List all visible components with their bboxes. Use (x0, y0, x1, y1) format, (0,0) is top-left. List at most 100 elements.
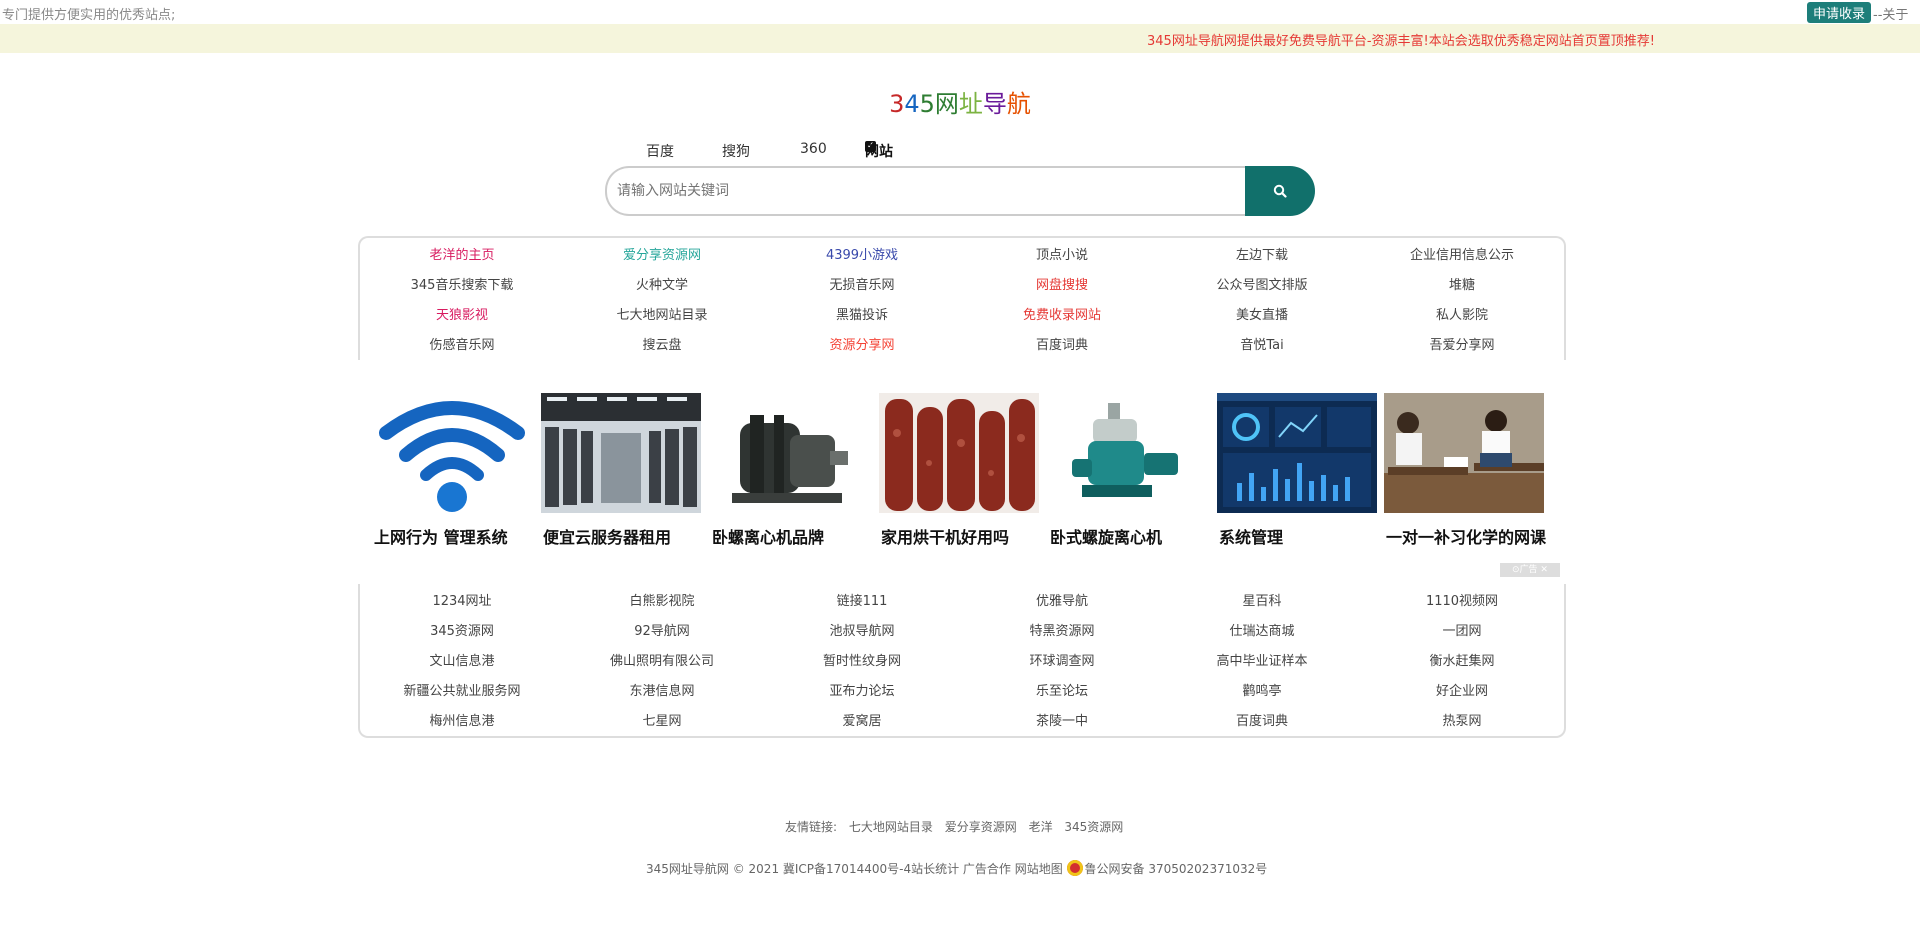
ad-caption[interactable]: 家用烘干机好用吗 (881, 524, 1009, 548)
site-link[interactable]: 伤感音乐网 (362, 334, 562, 353)
site-link[interactable]: 好企业网 (1362, 680, 1562, 699)
site-link[interactable]: 免费收录网站 (962, 304, 1162, 323)
link-row: 1234网址 白熊影视院 链接111 优雅导航 星百科 1110视频网 (360, 590, 1564, 620)
site-link[interactable]: 火种文学 (562, 274, 762, 293)
site-link[interactable]: 一团网 (1362, 620, 1562, 639)
site-link[interactable]: 池叔导航网 (762, 620, 962, 639)
site-link[interactable]: 345资源网 (362, 620, 562, 639)
site-link[interactable]: 堆糖 (1362, 274, 1562, 293)
ad-caption[interactable]: 一对一补习化学的网课 (1386, 524, 1546, 548)
friend-links-label: 友情链接: (785, 820, 838, 834)
police-badge-icon (1066, 860, 1083, 876)
site-link[interactable]: 老洋的主页 (362, 244, 562, 263)
ad-image[interactable] (710, 393, 870, 513)
site-link[interactable]: 特黑资源网 (962, 620, 1162, 639)
site-link[interactable]: 资源分享网 (762, 334, 962, 353)
site-link[interactable]: 百度词典 (962, 334, 1162, 353)
friend-link[interactable]: 老洋 (1029, 820, 1053, 834)
site-link[interactable]: 暂时性纹身网 (762, 650, 962, 669)
search-icon (1273, 184, 1287, 198)
site-link[interactable]: 链接111 (762, 590, 962, 609)
ad-image[interactable] (879, 393, 1039, 513)
site-link[interactable]: 优雅导航 (962, 590, 1162, 609)
about-link[interactable]: --关于 (1873, 4, 1908, 23)
friend-link[interactable]: 345资源网 (1064, 820, 1123, 834)
site-link[interactable]: 爱窝居 (762, 710, 962, 729)
site-link[interactable]: 仕瑞达商城 (1162, 620, 1362, 639)
site-link[interactable]: 文山信息港 (362, 650, 562, 669)
search-input[interactable] (605, 166, 1257, 216)
site-link[interactable]: 白熊影视院 (562, 590, 762, 609)
site-link[interactable]: 高中毕业证样本 (1162, 650, 1362, 669)
link-row: 文山信息港 佛山照明有限公司 暂时性纹身网 环球调查网 高中毕业证样本 衡水赶集网 (360, 650, 1564, 680)
site-link[interactable]: 东港信息网 (562, 680, 762, 699)
ad-image[interactable] (1217, 393, 1377, 513)
site-link[interactable]: 茶陵一中 (962, 710, 1162, 729)
site-link[interactable]: 左边下载 (1162, 244, 1362, 263)
site-link[interactable]: 4399小游戏 (762, 244, 962, 263)
ad-image[interactable] (541, 393, 701, 513)
site-link[interactable]: 衡水赶集网 (1362, 650, 1562, 669)
site-link[interactable]: 企业信用信息公示 (1362, 244, 1562, 263)
site-link[interactable]: 私人影院 (1362, 304, 1562, 323)
site-link[interactable]: 天狼影视 (362, 304, 562, 323)
site-link[interactable]: 无损音乐网 (762, 274, 962, 293)
tab-baidu[interactable]: 百度 (646, 141, 674, 161)
site-link[interactable]: 顶点小说 (962, 244, 1162, 263)
ad-strip: 上网行为 管理系统 便宜云服务器租用 卧螺离心机品牌 家用烘干机好用吗 卧式螺旋离心机 系… (372, 393, 1546, 563)
site-link[interactable]: 热泵网 (1362, 710, 1562, 729)
tab-site-label: 网站 (865, 144, 893, 160)
site-link[interactable]: 1234网址 (362, 590, 562, 609)
top-bar: 专门提供方便实用的优秀站点; 申请收录 --关于 (0, 0, 1920, 24)
footer-police-record[interactable]: 鲁公网安备 37050202371032号 (1085, 862, 1268, 876)
ad-image[interactable] (1048, 393, 1208, 513)
notice-text: 345网址导航网提供最好免费导航平台-资源丰富!本站会选取优秀稳定网站首页置顶推… (1147, 34, 1655, 49)
link-row: 老洋的主页 爱分享资源网 4399小游戏 顶点小说 左边下载 企业信用信息公示 (360, 244, 1564, 274)
site-link[interactable]: 梅州信息港 (362, 710, 562, 729)
site-link[interactable]: 七星网 (562, 710, 762, 729)
top-links-panel: 老洋的主页 爱分享资源网 4399小游戏 顶点小说 左边下载 企业信用信息公示 345音乐搜… (358, 236, 1566, 360)
site-link[interactable]: 新疆公共就业服务网 (362, 680, 562, 699)
site-link[interactable]: 亚布力论坛 (762, 680, 962, 699)
site-logo[interactable]: 345网址导航 (0, 84, 1920, 119)
friend-link[interactable]: 爱分享资源网 (945, 820, 1017, 834)
site-link[interactable]: 七大地网站目录 (562, 304, 762, 323)
ad-caption[interactable]: 卧螺离心机品牌 (712, 524, 824, 548)
site-link[interactable]: 乐至论坛 (962, 680, 1162, 699)
site-link[interactable]: 黑猫投诉 (762, 304, 962, 323)
site-link[interactable]: 搜云盘 (562, 334, 762, 353)
site-link[interactable]: 百度词典 (1162, 710, 1362, 729)
ad-badge[interactable]: ⊙广告 ✕ (1500, 563, 1560, 577)
site-link[interactable]: 爱分享资源网 (562, 244, 762, 263)
logo-char: 3 (889, 90, 905, 118)
ad-caption[interactable]: 卧式螺旋离心机 (1050, 524, 1162, 548)
site-link[interactable]: 环球调查网 (962, 650, 1162, 669)
site-link[interactable]: 345音乐搜索下载 (362, 274, 562, 293)
ad-caption[interactable]: 系统管理 (1219, 524, 1283, 548)
site-link[interactable]: 1110视频网 (1362, 590, 1562, 609)
site-link[interactable]: 鹳鸣亭 (1162, 680, 1362, 699)
site-link[interactable]: 音悦Tai (1162, 334, 1362, 353)
search-bar (605, 166, 1315, 216)
site-link[interactable]: 佛山照明有限公司 (562, 650, 762, 669)
logo-char: 航 (1006, 90, 1031, 118)
footer: 345网址导航网 © 2021 冀ICP备17014400号-4站长统计 广告合… (646, 860, 1267, 877)
ad-image[interactable] (1384, 393, 1544, 513)
tab-sogou[interactable]: 搜狗 (722, 141, 750, 161)
site-link[interactable]: 92导航网 (562, 620, 762, 639)
site-link[interactable]: 公众号图文排版 (1162, 274, 1362, 293)
ad-image[interactable] (372, 393, 532, 513)
logo-char: 网 (934, 90, 959, 118)
site-link[interactable]: 吾爱分享网 (1362, 334, 1562, 353)
apply-inclusion-button[interactable]: 申请收录 (1807, 2, 1872, 23)
site-link[interactable]: 美女直播 (1162, 304, 1362, 323)
ad-caption[interactable]: 上网行为 管理系统 (374, 524, 508, 548)
friend-link[interactable]: 七大地网站目录 (849, 820, 933, 834)
site-link[interactable]: 星百科 (1162, 590, 1362, 609)
link-row: 梅州信息港 七星网 爱窝居 茶陵一中 百度词典 热泵网 (360, 710, 1564, 740)
ad-caption[interactable]: 便宜云服务器租用 (543, 524, 671, 548)
search-button[interactable] (1245, 166, 1315, 216)
logo-char: 5 (919, 90, 935, 118)
site-link[interactable]: 网盘搜搜 (962, 274, 1162, 293)
tab-360[interactable]: 360 (800, 141, 827, 157)
